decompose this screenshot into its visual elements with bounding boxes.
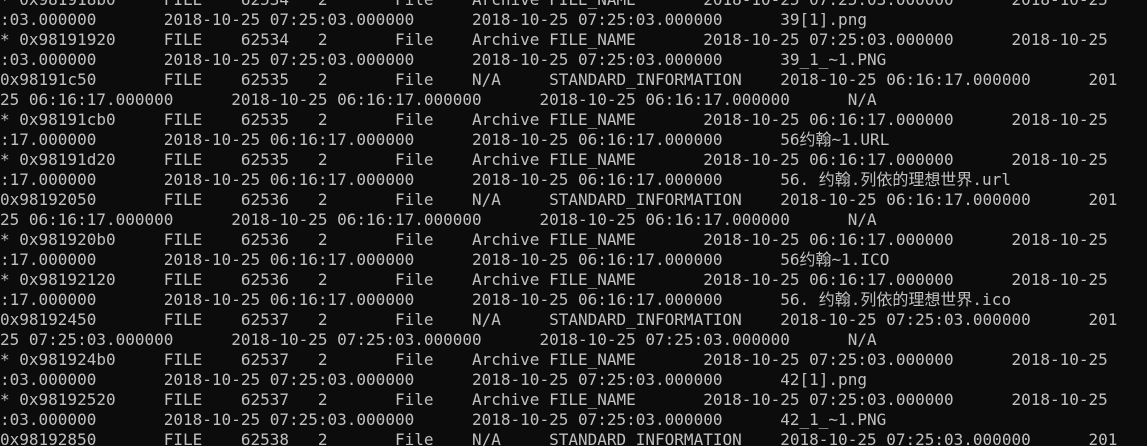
terminal-line: :03.000000 2018-10-25 07:25:03.000000 20… xyxy=(0,410,887,429)
terminal-line: 25 06:16:17.000000 2018-10-25 06:16:17.0… xyxy=(0,210,877,229)
terminal-line: :17.000000 2018-10-25 06:16:17.000000 20… xyxy=(0,130,890,149)
terminal-line: :03.000000 2018-10-25 07:25:03.000000 20… xyxy=(0,50,887,69)
terminal-line: 0x98192050 FILE 62536 2 File N/A STANDAR… xyxy=(0,190,1118,209)
terminal-line: * 0x981920b0 FILE 62536 2 File Archive F… xyxy=(0,230,1108,249)
terminal-line: :17.000000 2018-10-25 06:16:17.000000 20… xyxy=(0,170,1011,189)
terminal-line: :03.000000 2018-10-25 07:25:03.000000 20… xyxy=(0,370,867,389)
terminal-line: 25 06:16:17.000000 2018-10-25 06:16:17.0… xyxy=(0,90,877,109)
terminal-line: :17.000000 2018-10-25 06:16:17.000000 20… xyxy=(0,250,890,269)
terminal-line: * 0x98191920 FILE 62534 2 File Archive F… xyxy=(0,30,1108,49)
terminal-line: 0x98191c50 FILE 62535 2 File N/A STANDAR… xyxy=(0,70,1118,89)
terminal-line: 25 07:25:03.000000 2018-10-25 07:25:03.0… xyxy=(0,330,877,349)
terminal-output: * 0x981918b0 FILE 62534 2 File Archive F… xyxy=(0,0,1117,446)
terminal-line: * 0x98191d20 FILE 62535 2 File Archive F… xyxy=(0,150,1108,169)
terminal-line: 0x98192850 FILE 62538 2 File N/A STANDAR… xyxy=(0,430,1118,446)
terminal-line: :03.000000 2018-10-25 07:25:03.000000 20… xyxy=(0,10,867,29)
terminal-line: * 0x981918b0 FILE 62534 2 File Archive F… xyxy=(0,0,1117,10)
terminal-line: * 0x98191cb0 FILE 62535 2 File Archive F… xyxy=(0,110,1108,129)
terminal-line: 0x98192450 FILE 62537 2 File N/A STANDAR… xyxy=(0,310,1118,329)
terminal-line: :17.000000 2018-10-25 06:16:17.000000 20… xyxy=(0,290,1011,309)
terminal-line: * 0x98192520 FILE 62537 2 File Archive F… xyxy=(0,390,1108,409)
terminal-line: * 0x981924b0 FILE 62537 2 File Archive F… xyxy=(0,350,1108,369)
terminal-line: * 0x98192120 FILE 62536 2 File Archive F… xyxy=(0,270,1108,289)
terminal-window[interactable]: * 0x981918b0 FILE 62534 2 File Archive F… xyxy=(0,0,1147,446)
